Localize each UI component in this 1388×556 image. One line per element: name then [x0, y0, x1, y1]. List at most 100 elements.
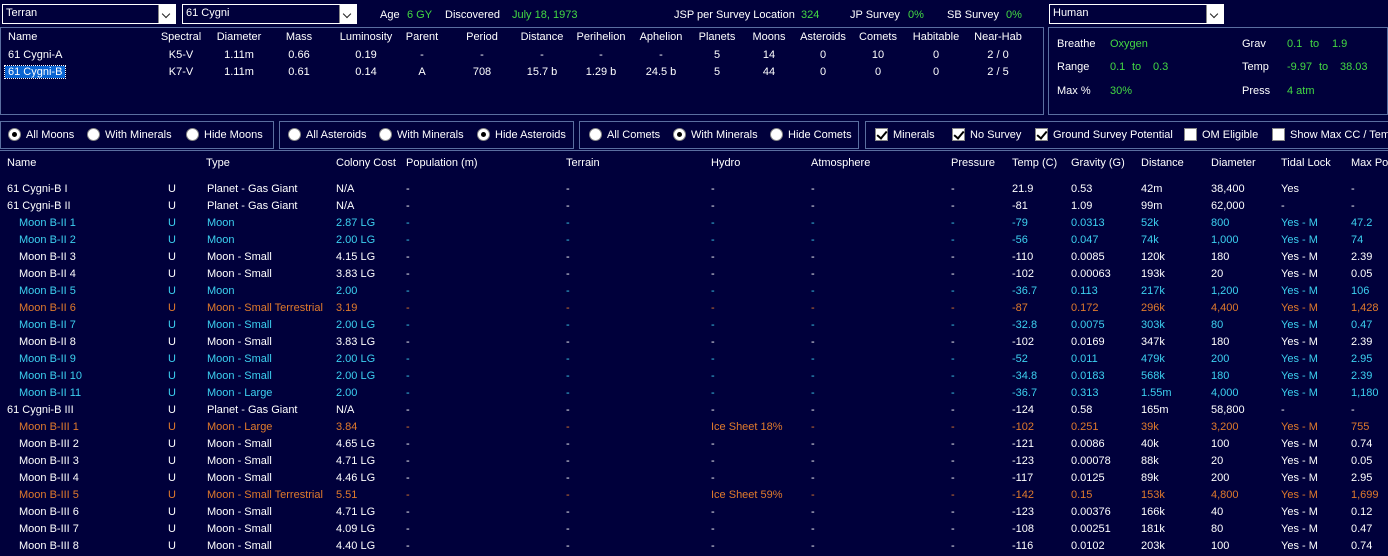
- bodies-header-temp-c-[interactable]: Temp (C): [1012, 155, 1057, 172]
- radio-button[interactable]: [288, 128, 301, 141]
- stars-header-moons[interactable]: Moons: [752, 31, 785, 43]
- table-row[interactable]: Moon B-II 10 U Moon - Small 2.00 LG - - - - - -34…: [0, 368, 1388, 385]
- bodies-header-tidal-lock[interactable]: Tidal Lock: [1281, 155, 1331, 172]
- chevron-down-icon[interactable]: [1206, 5, 1223, 23]
- checks-option-no-survey[interactable]: No Survey: [952, 128, 1021, 141]
- table-row[interactable]: Moon B-III 8 U Moon - Small 4.40 LG - - - - - -11…: [0, 538, 1388, 555]
- bodies-header-hydro[interactable]: Hydro: [711, 155, 740, 172]
- table-row[interactable]: Moon B-II 3 U Moon - Small 4.15 LG - - - - - -110…: [0, 249, 1388, 266]
- table-row[interactable]: 61 Cygni-B II U Planet - Gas Giant N/A - - - - -…: [0, 198, 1388, 215]
- body-name: Moon B-III 4: [19, 472, 79, 484]
- system-select-value: 61 Cygni: [186, 7, 230, 19]
- stars-header-aphelion[interactable]: Aphelion: [640, 31, 683, 43]
- body-dist: 40k: [1141, 438, 1159, 450]
- race-select[interactable]: Terran: [2, 4, 176, 24]
- table-row[interactable]: Moon B-II 6 U Moon - Small Terrestrial 3.19…: [0, 300, 1388, 317]
- bodies-header-distance[interactable]: Distance: [1141, 155, 1184, 172]
- asteroids-option-all-asteroids[interactable]: All Asteroids: [288, 128, 367, 141]
- table-row[interactable]: Moon B-III 7 U Moon - Small 4.09 LG - - - - - -10…: [0, 521, 1388, 538]
- checkbox[interactable]: [875, 128, 888, 141]
- body-u: U: [168, 506, 176, 518]
- bodies-header-pressure[interactable]: Pressure: [951, 155, 995, 172]
- radio-button[interactable]: [477, 128, 490, 141]
- moons-option-with-minerals[interactable]: With Minerals: [87, 128, 172, 141]
- checkbox[interactable]: [952, 128, 965, 141]
- comets-option-hide-comets[interactable]: Hide Comets: [770, 128, 852, 141]
- star-row[interactable]: 61 Cygni-B K7-V 1.11m 0.61 0.14 A 708 15.7 b 1.2…: [1, 65, 1041, 81]
- table-row[interactable]: Moon B-II 1 U Moon 2.87 LG - - - - - -79 0.0313 52k…: [0, 215, 1388, 232]
- radio-button[interactable]: [8, 128, 21, 141]
- table-row[interactable]: Moon B-II 8 U Moon - Small 3.83 LG - - - - - -102…: [0, 334, 1388, 351]
- body-terrain: -: [566, 251, 570, 263]
- table-row[interactable]: Moon B-III 5 U Moon - Small Terrestrial 5.5…: [0, 487, 1388, 504]
- body-cc: 5.51: [336, 489, 358, 501]
- comets-option-all-comets[interactable]: All Comets: [589, 128, 660, 141]
- table-row[interactable]: Moon B-II 2 U Moon 2.00 LG - - - - - -56 0.047 74k 1…: [0, 232, 1388, 249]
- stars-header-diameter[interactable]: Diameter: [217, 31, 262, 43]
- bodies-header-colony-cost[interactable]: Colony Cost: [336, 155, 396, 172]
- asteroids-option-hide-asteroids[interactable]: Hide Asteroids: [477, 128, 566, 141]
- radio-button[interactable]: [589, 128, 602, 141]
- bodies-header-population-m-[interactable]: Population (m): [406, 155, 478, 172]
- moons-option-all-moons[interactable]: All Moons: [8, 128, 74, 141]
- stars-header-mass[interactable]: Mass: [286, 31, 312, 43]
- stars-header-asteroids[interactable]: Asteroids: [800, 31, 846, 43]
- body-temp: -117: [1012, 472, 1034, 484]
- checkbox[interactable]: [1184, 128, 1197, 141]
- table-row[interactable]: Moon B-II 11 U Moon - Large 2.00 - - - - - -36.7 0…: [0, 385, 1388, 402]
- system-select[interactable]: 61 Cygni: [182, 4, 357, 24]
- bodies-header-diameter[interactable]: Diameter: [1211, 155, 1256, 172]
- star-row[interactable]: 61 Cygni-A K5-V 1.11m 0.66 0.19 - - - - - 5 14 0 10 0 2…: [1, 48, 1041, 64]
- checks-option-show-max-cc-temp[interactable]: Show Max CC / Temp: [1272, 128, 1388, 141]
- table-row[interactable]: Moon B-III 3 U Moon - Small 4.71 LG - - - - - -12…: [0, 453, 1388, 470]
- stars-table: Name Spectral Diameter Mass Luminosity Parent…: [0, 27, 1044, 115]
- radio-button[interactable]: [186, 128, 199, 141]
- table-row[interactable]: Moon B-II 9 U Moon - Small 2.00 LG - - - - - -52 0…: [0, 351, 1388, 368]
- stars-header-comets[interactable]: Comets: [859, 31, 897, 43]
- body-diam: 3,200: [1211, 421, 1239, 433]
- table-row[interactable]: Moon B-III 6 U Moon - Small 4.71 LG - - - - - -12…: [0, 504, 1388, 521]
- radio-button[interactable]: [770, 128, 783, 141]
- table-row[interactable]: Moon B-II 5 U Moon 2.00 - - - - - -36.7 0.113 217k 1…: [0, 283, 1388, 300]
- checkbox[interactable]: [1035, 128, 1048, 141]
- chevron-down-icon[interactable]: [339, 5, 356, 23]
- stars-header-luminosity[interactable]: Luminosity: [340, 31, 393, 43]
- bodies-header-max-pop[interactable]: Max Pop: [1351, 155, 1388, 172]
- moons-option-hide-moons[interactable]: Hide Moons: [186, 128, 263, 141]
- radio-button[interactable]: [673, 128, 686, 141]
- stars-header-near-hab[interactable]: Near-Hab: [974, 31, 1022, 43]
- stars-header-parent[interactable]: Parent: [406, 31, 438, 43]
- bodies-header-atmosphere[interactable]: Atmosphere: [811, 155, 870, 172]
- bodies-header-type[interactable]: Type: [206, 155, 230, 172]
- chevron-down-icon[interactable]: [158, 5, 175, 23]
- comets-option-with-minerals[interactable]: With Minerals: [673, 128, 758, 141]
- radio-button[interactable]: [87, 128, 100, 141]
- checks-option-minerals[interactable]: Minerals: [875, 128, 935, 141]
- radio-button[interactable]: [379, 128, 392, 141]
- checkbox[interactable]: [1272, 128, 1285, 141]
- table-row[interactable]: Moon B-III 1 U Moon - Large 3.84 - - Ice Sheet…: [0, 419, 1388, 436]
- stars-header-period[interactable]: Period: [466, 31, 498, 43]
- checks-option-om-eligible[interactable]: OM Eligible: [1184, 128, 1258, 141]
- stars-header-spectral[interactable]: Spectral: [161, 31, 201, 43]
- table-row[interactable]: 61 Cygni-B III U Planet - Gas Giant N/A - - - -…: [0, 402, 1388, 419]
- stars-header-name[interactable]: Name: [8, 31, 37, 43]
- species-select[interactable]: Human: [1049, 4, 1224, 24]
- asteroids-option-with-minerals[interactable]: With Minerals: [379, 128, 464, 141]
- table-row[interactable]: Moon B-II 7 U Moon - Small 2.00 LG - - - - - -32.…: [0, 317, 1388, 334]
- stars-header-perihelion[interactable]: Perihelion: [577, 31, 626, 43]
- bodies-header-name[interactable]: Name: [7, 155, 36, 172]
- body-diam: 100: [1211, 540, 1230, 552]
- checks-option-ground-survey-potential[interactable]: Ground Survey Potential: [1035, 128, 1173, 141]
- stars-header-planets[interactable]: Planets: [699, 31, 736, 43]
- stars-header-habitable[interactable]: Habitable: [913, 31, 959, 43]
- table-row[interactable]: Moon B-II 4 U Moon - Small 3.83 LG - - - - - -102…: [0, 266, 1388, 283]
- star-cell: 14: [762, 49, 776, 61]
- bodies-header-gravity-g-[interactable]: Gravity (G): [1071, 155, 1125, 172]
- table-row[interactable]: Moon B-III 4 U Moon - Small 4.46 LG - - - - - -11…: [0, 470, 1388, 487]
- bodies-header-terrain[interactable]: Terrain: [566, 155, 600, 172]
- stars-header-distance[interactable]: Distance: [521, 31, 564, 43]
- table-row[interactable]: Moon B-III 2 U Moon - Small 4.65 LG - - - - - -12…: [0, 436, 1388, 453]
- table-row[interactable]: 61 Cygni-B I U Planet - Gas Giant N/A - - - - - 2…: [0, 181, 1388, 198]
- body-type: Moon - Small Terrestrial: [207, 302, 323, 314]
